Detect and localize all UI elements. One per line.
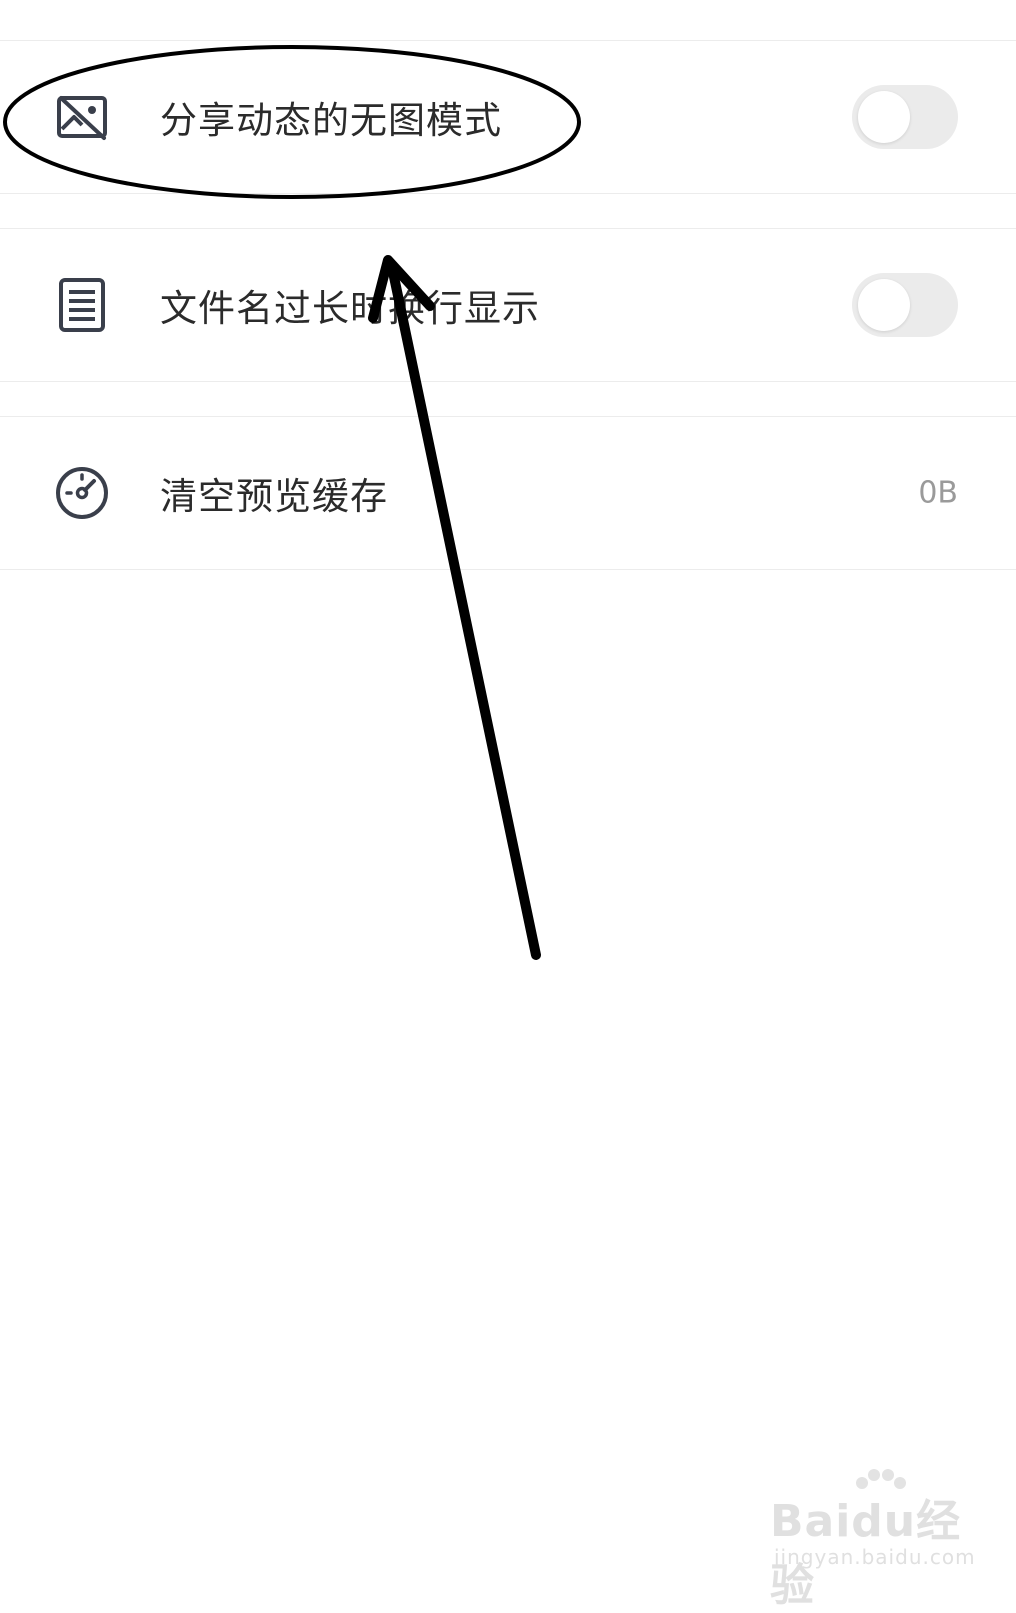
document-lines-icon [54,277,110,333]
speedometer-icon [54,465,110,521]
setting-label: 清空预览缓存 [160,475,388,518]
wrap-long-filename-toggle[interactable] [852,273,958,337]
setting-row-wrap-long-filename[interactable]: 文件名过长时换行显示 [0,228,1016,382]
baidu-watermark: Baidu经验 jingyan.baidu.com [770,1469,975,1611]
cache-size-value: 0B [918,475,958,511]
toggle-knob [858,279,910,331]
setting-row-no-image-mode[interactable]: 分享动态的无图模式 [0,40,1016,194]
setting-label: 分享动态的无图模式 [160,99,502,142]
no-image-mode-toggle[interactable] [852,85,958,149]
image-off-icon [54,89,110,145]
setting-label: 文件名过长时换行显示 [160,287,540,330]
setting-row-clear-preview-cache[interactable]: 清空预览缓存 0B [0,416,1016,570]
watermark-url: jingyan.baidu.com [774,1545,976,1569]
toggle-knob [858,91,910,143]
